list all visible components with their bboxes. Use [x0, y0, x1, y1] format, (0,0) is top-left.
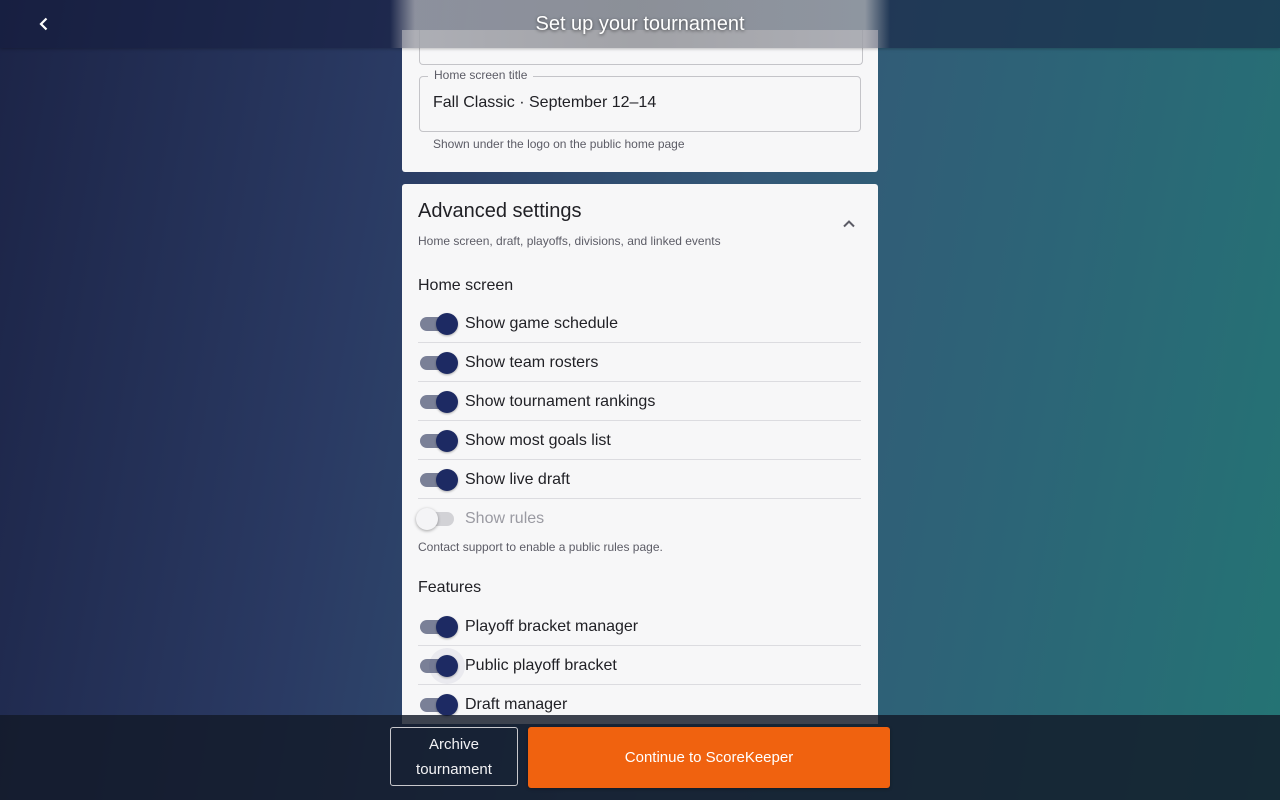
archive-tournament-button[interactable]: Archive tournament [390, 727, 518, 786]
toggle-row-live-draft: Show live draft [418, 460, 861, 499]
toggle-row-team-rosters: Show team rosters [418, 343, 861, 382]
playoff-bracket-manager-switch[interactable] [418, 616, 458, 638]
toggle-row-tournament-rankings: Show tournament rankings [418, 382, 861, 421]
toggle-label: Show game schedule [465, 315, 618, 332]
show-most-goals-switch[interactable] [418, 430, 458, 452]
toggle-row-playoff-bracket-manager: Playoff bracket manager [418, 607, 861, 646]
public-playoff-bracket-switch[interactable] [418, 655, 458, 677]
toggle-label: Show live draft [465, 471, 570, 488]
show-live-draft-switch[interactable] [418, 469, 458, 491]
toggle-label: Show rules [465, 510, 545, 527]
chevron-up-icon [843, 220, 855, 228]
advanced-settings-subtitle: Home screen, draft, playoffs, divisions,… [418, 234, 721, 248]
switch-thumb [436, 391, 458, 413]
toggle-label: Public playoff bracket [465, 657, 617, 674]
switch-thumb [436, 469, 458, 491]
draft-manager-switch[interactable] [418, 694, 458, 716]
switch-thumb [436, 313, 458, 335]
advanced-settings-title: Advanced settings [418, 200, 582, 222]
continue-to-scorekeeper-button[interactable]: Continue to ScoreKeeper [528, 727, 890, 788]
home-screen-title-field[interactable]: Home screen title Fall Classic · Septemb… [419, 68, 861, 132]
collapse-button[interactable] [839, 214, 859, 234]
toggle-row-rules: Show rules [416, 499, 861, 538]
switch-thumb [436, 694, 458, 716]
home-screen-section-title: Home screen [418, 277, 514, 294]
chevron-left-icon [39, 17, 48, 31]
back-button[interactable] [30, 10, 58, 38]
switch-thumb [436, 616, 458, 638]
field-label: Home screen title [428, 68, 534, 82]
show-rules-switch [416, 508, 456, 530]
show-game-schedule-switch[interactable] [418, 313, 458, 335]
toggle-label: Draft manager [465, 696, 568, 713]
home-screen-title-input[interactable]: Fall Classic · September 12–14 [433, 94, 656, 112]
field-helper-text: Shown under the logo on the public home … [433, 137, 685, 151]
general-settings-card: Home screen title Fall Classic · Septemb… [402, 30, 878, 172]
switch-thumb [416, 508, 438, 530]
features-section-title: Features [418, 579, 482, 596]
toggle-row-public-playoff-bracket: Public playoff bracket [418, 646, 861, 685]
switch-thumb [436, 430, 458, 452]
toggle-label: Show most goals list [465, 432, 611, 449]
toggle-label: Playoff bracket manager [465, 618, 639, 635]
toggle-label: Show tournament rankings [465, 393, 656, 410]
toggle-row-game-schedule: Show game schedule [418, 304, 861, 343]
rules-note: Contact support to enable a public rules… [418, 540, 663, 554]
advanced-settings-card: Advanced settings Home screen, draft, pl… [402, 184, 878, 724]
show-tournament-rankings-switch[interactable] [418, 391, 458, 413]
bottom-action-bar: Archive tournament Continue to ScoreKeep… [0, 715, 1280, 800]
switch-thumb [436, 352, 458, 374]
page-title: Set up your tournament [535, 13, 745, 35]
switch-thumb [436, 655, 458, 677]
toggle-row-most-goals: Show most goals list [418, 421, 861, 460]
show-team-rosters-switch[interactable] [418, 352, 458, 374]
app-header: Set up your tournament [0, 0, 1280, 48]
toggle-label: Show team rosters [465, 354, 599, 371]
